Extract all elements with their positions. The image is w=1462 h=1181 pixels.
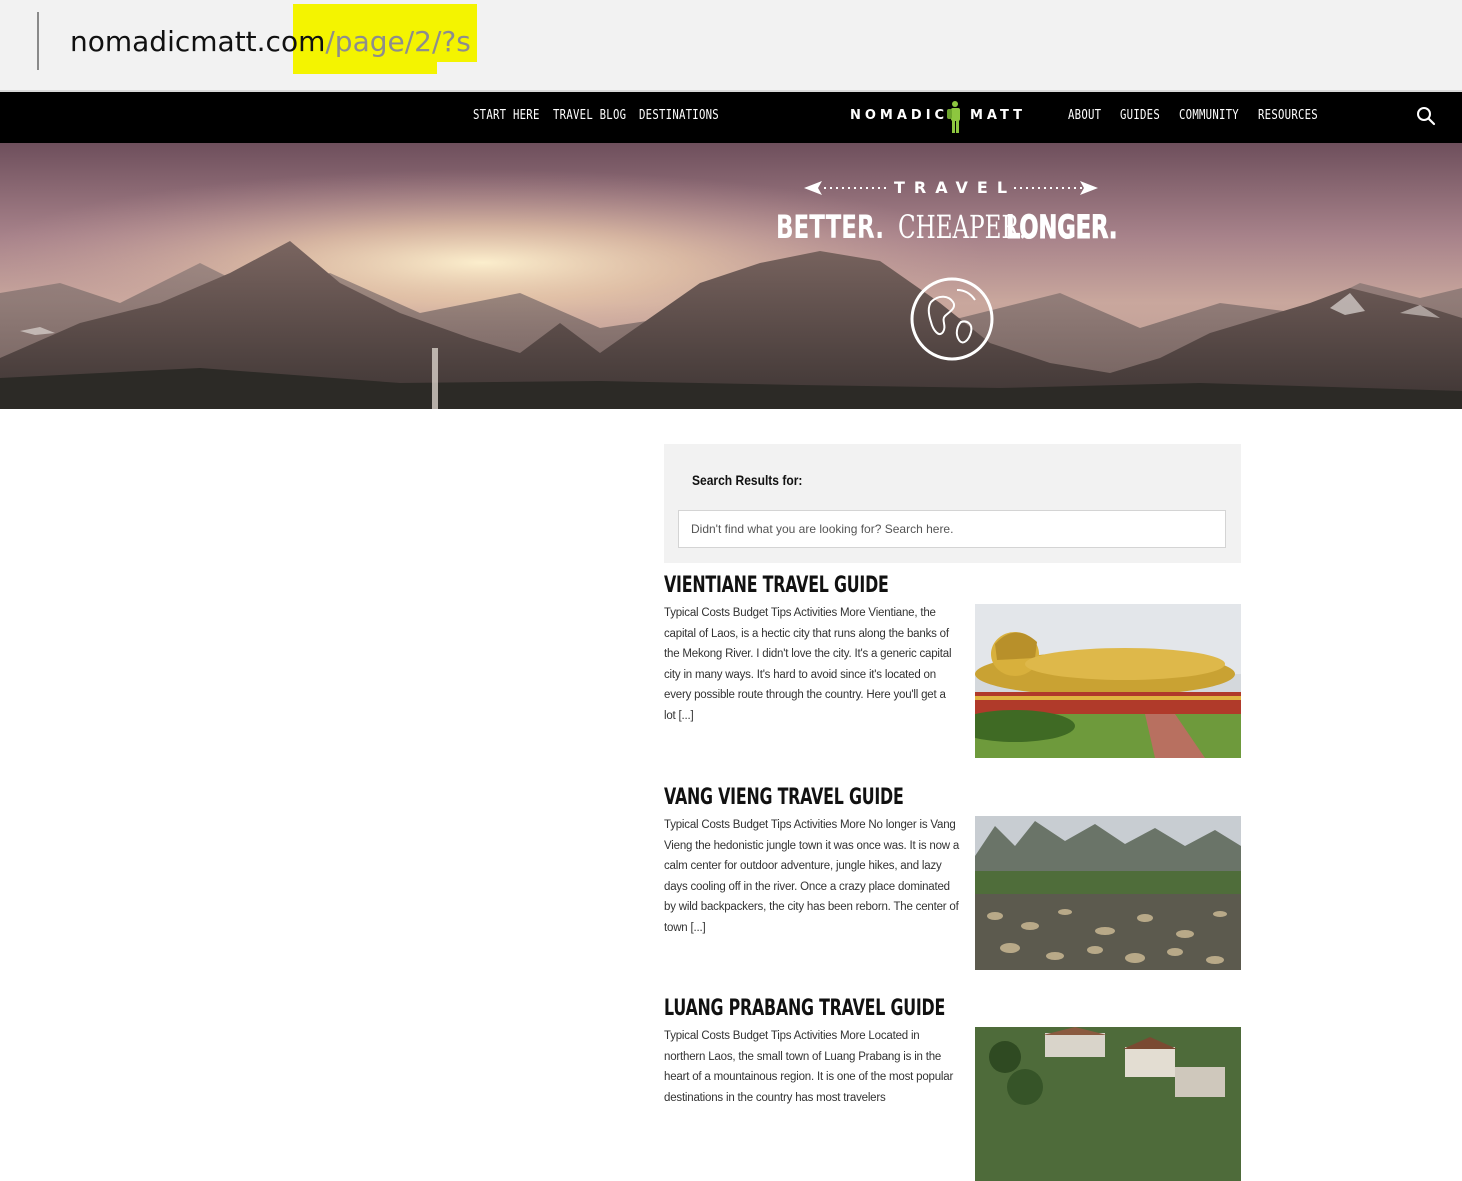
- result-vientiane: VIENTIANE TRAVEL GUIDE Typical Costs Bud…: [664, 573, 1241, 758]
- mountain-landscape-image: [0, 143, 1462, 409]
- nav-guides[interactable]: GUIDES: [1120, 108, 1160, 123]
- result-title-link[interactable]: VIENTIANE TRAVEL GUIDE: [664, 573, 1079, 599]
- nav-start-here[interactable]: START HERE: [473, 108, 540, 123]
- hero-kicker: TRAVEL: [894, 178, 1017, 197]
- result-thumbnail[interactable]: [975, 816, 1241, 970]
- search-results-title: Search Results for:: [692, 472, 803, 488]
- logo-word-nomadic: NOMADIC: [850, 108, 949, 123]
- result-excerpt: Typical Costs Budget Tips Activities Mor…: [664, 1030, 954, 1104]
- site-logo[interactable]: NOMADIC MATT: [848, 101, 1028, 134]
- nav-destinations[interactable]: DESTINATIONS: [639, 108, 719, 123]
- logo-word-matt: MATT: [970, 108, 1027, 123]
- result-luang-prabang: LUANG PRABANG TRAVEL GUIDE Typical Costs…: [664, 996, 1241, 1181]
- search-input[interactable]: [678, 510, 1226, 548]
- search-icon[interactable]: [1416, 106, 1436, 126]
- globe-icon: [910, 277, 994, 361]
- result-title-link[interactable]: LUANG PRABANG TRAVEL GUIDE: [664, 996, 1079, 1022]
- hero-banner: [0, 143, 1462, 409]
- nav-about[interactable]: ABOUT: [1068, 108, 1101, 123]
- hero-tagline-better: BETTER.: [776, 208, 884, 246]
- result-thumbnail[interactable]: [975, 1027, 1241, 1181]
- url-highlight-tail: [293, 60, 437, 74]
- result-title-link[interactable]: VANG VIENG TRAVEL GUIDE: [664, 785, 1079, 811]
- result-excerpt: Typical Costs Budget Tips Activities Mor…: [664, 819, 960, 934]
- nav-resources[interactable]: RESOURCES: [1258, 108, 1318, 123]
- nav-community[interactable]: COMMUNITY: [1179, 108, 1239, 123]
- result-vang-vieng: VANG VIENG TRAVEL GUIDE Typical Costs Bu…: [664, 785, 1241, 970]
- result-excerpt: Typical Costs Budget Tips Activities Mor…: [664, 607, 952, 722]
- reclining-buddha-image: [975, 604, 1241, 758]
- url-path: /page/2/?s: [325, 25, 471, 58]
- town-rooftops-image: [975, 1027, 1241, 1181]
- site-nav: START HERE TRAVEL BLOG DESTINATIONS ABOU…: [0, 92, 1462, 143]
- hero-tagline-longer: LONGER.: [1006, 208, 1118, 247]
- url-text[interactable]: nomadicmatt.com/page/2/?s: [70, 22, 471, 62]
- result-thumbnail[interactable]: [975, 604, 1241, 758]
- text-caret: [37, 12, 39, 70]
- backpacker-icon: [947, 101, 960, 133]
- url-host: nomadicmatt.com: [70, 25, 326, 58]
- search-results-box: Search Results for:: [664, 444, 1241, 563]
- river-karst-image: [975, 816, 1241, 970]
- nav-travel-blog[interactable]: TRAVEL BLOG: [553, 108, 626, 123]
- address-bar[interactable]: nomadicmatt.com/page/2/?s: [0, 0, 1462, 92]
